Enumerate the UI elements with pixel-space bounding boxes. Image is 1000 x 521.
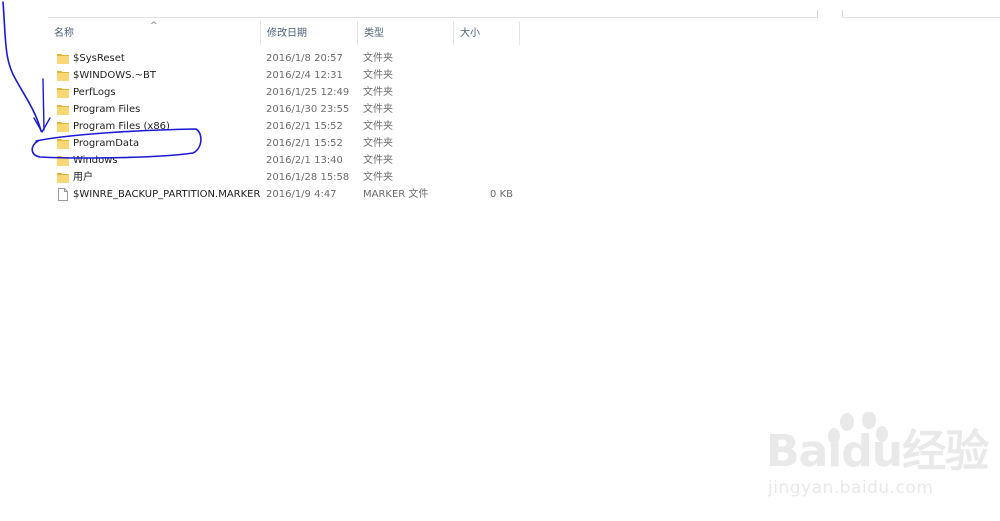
file-row[interactable]: 用户 2016/1/28 15:58 文件夹 [0, 169, 540, 186]
file-name: $WINRE_BACKUP_PARTITION.MARKER [73, 189, 261, 200]
file-date: 2016/2/1 13:40 [266, 155, 343, 166]
file-type: 文件夹 [363, 70, 393, 81]
file-row[interactable]: $WINDOWS.~BT 2016/2/4 12:31 文件夹 [0, 67, 540, 84]
column-header-size[interactable]: 大小 [454, 21, 520, 45]
file-name: Program Files (x86) [73, 121, 170, 132]
file-date: 2016/1/30 23:55 [266, 104, 350, 115]
address-bar-corner [817, 10, 818, 18]
file-type: 文件夹 [363, 172, 393, 183]
file-type: 文件夹 [363, 121, 393, 132]
file-row[interactable]: ProgramData 2016/2/1 15:52 文件夹 [0, 135, 540, 152]
folder-icon [57, 154, 69, 167]
file-date: 2016/2/1 15:52 [266, 138, 343, 149]
file-type: 文件夹 [363, 53, 393, 64]
folder-icon [57, 52, 69, 65]
file-date: 2016/1/9 4:47 [266, 189, 337, 200]
file-row[interactable]: PerfLogs 2016/1/25 12:49 文件夹 [0, 84, 540, 101]
file-name: $WINDOWS.~BT [73, 70, 157, 81]
file-date: 2016/1/25 12:49 [266, 87, 350, 98]
file-name: Program Files [73, 104, 141, 115]
file-date: 2016/1/8 20:57 [266, 53, 343, 64]
file-icon [57, 188, 69, 201]
column-header-date[interactable]: 修改日期 [261, 21, 358, 45]
watermark-brand: Baidu经验 [766, 426, 989, 477]
folder-icon [57, 103, 69, 116]
column-header: ^ 名称 修改日期 类型 大小 [48, 21, 522, 45]
file-list: $SysReset 2016/1/8 20:57 文件夹 $WINDOWS.~BT 20… [0, 50, 540, 203]
file-type: MARKER 文件 [363, 189, 429, 200]
file-name: ProgramData [73, 138, 140, 149]
file-date: 2016/2/1 15:52 [266, 121, 343, 132]
column-header-type[interactable]: 类型 [358, 21, 454, 45]
column-header-name[interactable]: 名称 [48, 21, 261, 45]
file-name: Windows [73, 155, 118, 166]
file-name: 用户 [73, 172, 93, 183]
folder-icon [57, 120, 69, 133]
file-row[interactable]: $SysReset 2016/1/8 20:57 文件夹 [0, 50, 540, 67]
file-row[interactable]: Program Files (x86) 2016/2/1 15:52 文件夹 [0, 118, 540, 135]
folder-icon [57, 86, 69, 99]
file-name: PerfLogs [73, 87, 116, 98]
folder-icon [57, 69, 69, 82]
top-border [0, 0, 1000, 18]
file-row[interactable]: Windows 2016/2/1 13:40 文件夹 [0, 152, 540, 169]
folder-icon [57, 171, 69, 184]
watermark-url: jingyan.baidu.com [768, 478, 934, 498]
address-bar-edge [48, 17, 818, 18]
file-type: 文件夹 [363, 155, 393, 166]
file-type: 文件夹 [363, 138, 393, 149]
baidu-watermark: Baidu经验 jingyan.baidu.com [766, 412, 992, 504]
file-row[interactable]: Program Files 2016/1/30 23:55 文件夹 [0, 101, 540, 118]
file-type: 文件夹 [363, 87, 393, 98]
file-name: $SysReset [73, 53, 125, 64]
folder-icon [57, 137, 69, 150]
file-row[interactable]: $WINRE_BACKUP_PARTITION.MARKER 2016/1/9 4… [0, 186, 540, 203]
file-type: 文件夹 [363, 104, 393, 115]
file-date: 2016/1/28 15:58 [266, 172, 350, 183]
search-box-edge [842, 17, 1000, 18]
file-date: 2016/2/4 12:31 [266, 70, 343, 81]
file-size: 0 KB [490, 189, 513, 200]
